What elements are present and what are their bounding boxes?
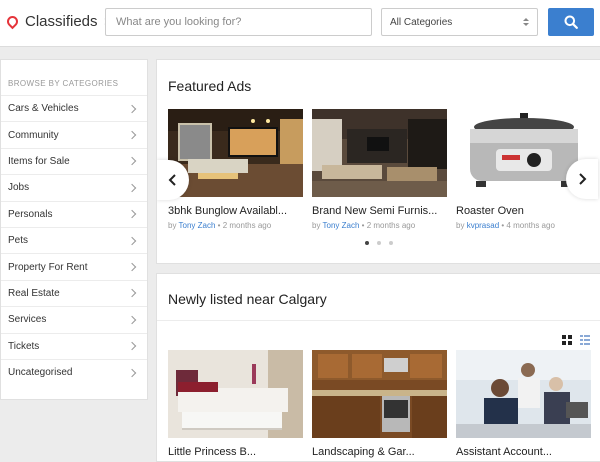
sidebar-category-label: Personals [8,208,53,220]
listing-card[interactable]: Landscaping & Gar... [312,350,447,458]
sidebar-category-label: Pets [8,235,29,247]
sidebar-category-label: Cars & Vehicles [8,103,79,115]
chevron-left-icon [168,174,176,186]
select-arrows-icon [523,18,529,26]
ad-image-bed[interactable] [168,350,303,438]
sidebar-category-item[interactable]: Community [1,121,147,147]
sidebar-category-item[interactable]: Services [1,306,147,332]
chevron-right-icon [127,157,137,166]
chevron-right-icon [127,104,137,113]
brand-link[interactable]: Classifieds › [4,12,110,30]
chevron-right-icon [127,289,137,298]
ad-time: 2 months ago [366,221,416,230]
sidebar-category-label: Items for Sale [8,155,70,167]
sidebar-category-item[interactable]: Items for Sale [1,147,147,174]
featured-ad-card[interactable]: Brand New Semi Furnis... by Tony Zach • … [312,109,447,230]
sidebar-category-label: Jobs [8,182,30,194]
ad-image-kitchen[interactable] [312,350,447,438]
listing-card[interactable]: Little Princess B... [168,350,303,458]
ad-title[interactable]: Roaster Oven [456,205,591,217]
search-button[interactable] [548,8,594,36]
ad-meta: by Tony Zach • 2 months ago [312,221,447,230]
newly-listed-panel: Newly listed near Calgary Little Princes… [156,273,600,462]
chevron-right-icon [127,130,137,140]
sidebar-title: BROWSE BY CATEGORIES [8,79,119,88]
category-select[interactable]: All Categories [381,8,538,36]
category-list: Cars & Vehicles Community Items for Sale Jo… [1,95,147,385]
sidebar-category-item[interactable]: Real Estate [1,279,147,306]
chevron-right-icon [127,262,137,272]
chevron-right-icon [127,315,137,325]
ad-author-link[interactable]: Tony Zach [323,221,360,230]
ad-author-link[interactable]: kvprasad [467,221,499,230]
sidebar-category-item[interactable]: Tickets [1,332,147,359]
ad-by: by [312,221,321,230]
featured-ads-title: Featured Ads [168,78,252,94]
search-icon [564,15,578,29]
category-select-value: All Categories [390,16,453,28]
chevron-right-icon [127,236,137,245]
ad-title[interactable]: Brand New Semi Furnis... [312,205,447,217]
ad-title[interactable]: 3bhk Bunglow Availabl... [168,205,303,217]
carousel-dot[interactable] [365,241,369,245]
view-toggles [562,332,590,350]
ad-by: by [456,221,465,230]
carousel-next-button[interactable] [566,159,598,199]
carousel-pagination [365,241,393,245]
sidebar-category-item[interactable]: Personals [1,200,147,227]
ad-title[interactable]: Landscaping & Gar... [312,446,447,458]
sidebar-category-label: Community [8,129,59,141]
sidebar-category-item[interactable]: Cars & Vehicles [1,95,147,121]
carousel-dot[interactable] [389,241,393,245]
ad-meta: by kvprasad • 4 months ago [456,221,591,230]
chevron-right-icon [127,183,137,193]
ad-title[interactable]: Little Princess B... [168,446,303,458]
section-divider [157,320,600,321]
sidebar-category-item[interactable]: Property For Rent [1,253,147,279]
sidebar-category-label: Tickets [8,340,40,352]
featured-ads-panel: Featured Ads 3bhk Bunglow Availabl... by… [156,59,600,264]
sidebar-category-item[interactable]: Jobs [1,174,147,200]
ad-time: 2 months ago [222,221,272,230]
grid-view-icon[interactable] [562,332,572,350]
ad-time: 4 months ago [506,221,555,230]
location-pin-icon [4,13,21,29]
ad-author-link[interactable]: Tony Zach [179,221,216,230]
sidebar-category-label: Services [8,314,47,326]
category-sidebar: BROWSE BY CATEGORIES Cars & Vehicles Comm… [0,59,148,400]
ad-image-office[interactable] [456,350,591,438]
carousel-dot[interactable] [377,241,381,245]
newly-listed-title: Newly listed near Calgary [168,291,327,307]
search-input[interactable] [105,8,372,36]
listing-card[interactable]: Assistant Account... [456,350,591,458]
sidebar-category-label: Property For Rent [8,261,88,273]
chevron-right-icon [127,341,137,351]
ad-by: by [168,221,177,230]
brand-title: Classifieds [25,12,98,30]
top-bar: Classifieds › All Categories [0,0,600,47]
sidebar-category-item[interactable]: Uncategorised [1,358,147,385]
sidebar-category-label: Real Estate [8,287,60,299]
ad-image-living-room[interactable] [312,109,447,197]
chevron-right-icon [127,368,137,377]
sidebar-category-label: Uncategorised [8,367,73,379]
chevron-right-icon [579,173,587,185]
ad-meta: by Tony Zach • 2 months ago [168,221,303,230]
list-view-icon[interactable] [580,332,590,350]
sidebar-category-item[interactable]: Pets [1,226,147,253]
featured-ad-card[interactable]: 3bhk Bunglow Availabl... by Tony Zach • … [168,109,303,230]
ad-title[interactable]: Assistant Account... [456,446,591,458]
chevron-right-icon [127,210,137,219]
